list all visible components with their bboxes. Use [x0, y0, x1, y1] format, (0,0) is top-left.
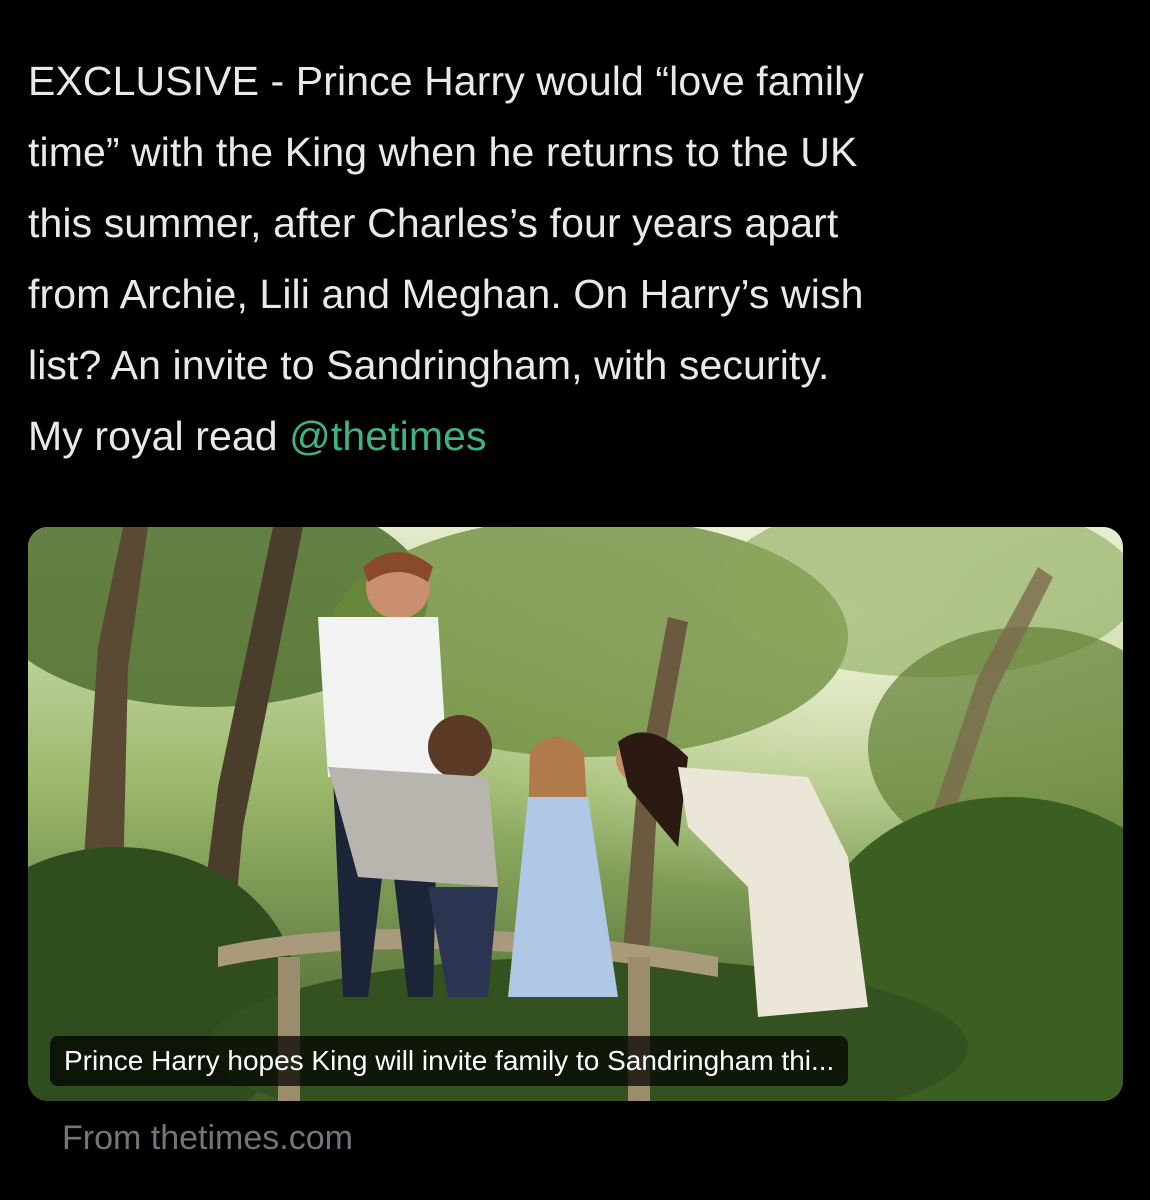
tweet-text-line: My royal read @thetimes	[28, 401, 1108, 472]
tweet-text: EXCLUSIVE - Prince Harry would “love fam…	[28, 46, 1108, 472]
tweet-text-line: EXCLUSIVE - Prince Harry would “love fam…	[28, 58, 864, 104]
tweet-text-line: time” with the King when he returns to t…	[28, 129, 858, 175]
mention-link[interactable]: @thetimes	[289, 413, 486, 459]
card-caption: Prince Harry hopes King will invite fami…	[50, 1036, 849, 1086]
tweet-text-line: list? An invite to Sandringham, with sec…	[28, 342, 830, 388]
card-photo	[28, 527, 1123, 1101]
tweet-text-line: from Archie, Lili and Meghan. On Harry’s…	[28, 271, 864, 317]
tweet: EXCLUSIVE - Prince Harry would “love fam…	[0, 0, 1150, 1200]
tweet-text-prefix: My royal read	[28, 413, 290, 459]
link-card[interactable]: Prince Harry hopes King will invite fami…	[28, 527, 1123, 1101]
card-source-link[interactable]: From thetimes.com	[62, 1116, 353, 1160]
tweet-text-line: this summer, after Charles’s four years …	[28, 200, 839, 246]
